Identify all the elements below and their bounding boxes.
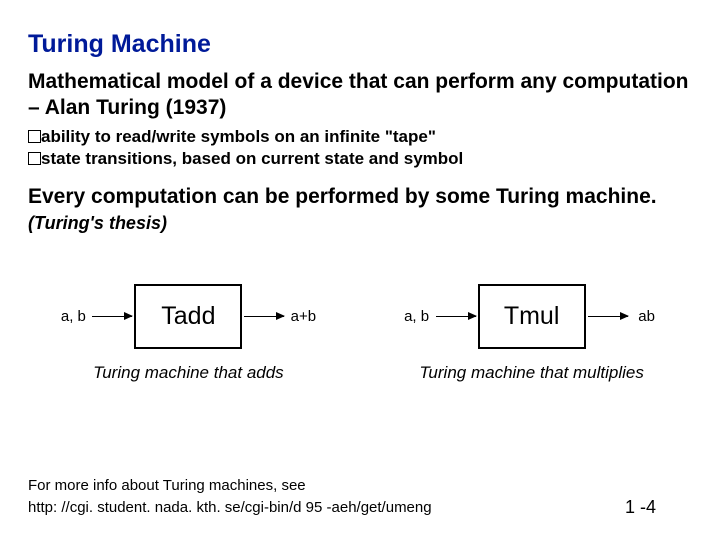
slide-number: 1 -4: [625, 496, 656, 519]
diagram-caption: Turing machine that multiplies: [419, 363, 644, 383]
bullet-text: state transitions, based on current stat…: [41, 149, 463, 168]
arrow-icon: [244, 316, 284, 317]
bullet-text: ability to read/write symbols on an infi…: [41, 127, 436, 146]
machine-box: Tadd: [134, 284, 242, 349]
diagrams-row: a, b Tadd a+b Turing machine that adds a…: [28, 284, 692, 383]
bullet-item: state transitions, based on current stat…: [28, 148, 692, 170]
diagram-flow: a, b Tmul ab: [400, 284, 664, 349]
statement-main: Every computation can be performed by so…: [28, 185, 657, 208]
square-bullet-icon: [28, 152, 41, 165]
output-label: ab: [630, 308, 664, 325]
output-label: a+b: [286, 308, 320, 325]
arrow-icon: [436, 316, 476, 317]
diagram-caption: Turing machine that adds: [93, 363, 284, 383]
square-bullet-icon: [28, 130, 41, 143]
footer-text-1: For more info about Turing machines, see: [28, 477, 692, 496]
arrow-icon: [588, 316, 628, 317]
thesis-statement: Every computation can be performed by so…: [28, 184, 692, 237]
footer: For more info about Turing machines, see…: [28, 477, 692, 518]
diagram-tadd: a, b Tadd a+b Turing machine that adds: [30, 284, 347, 383]
diagram-flow: a, b Tadd a+b: [56, 284, 320, 349]
input-label: a, b: [400, 308, 434, 325]
machine-box: Tmul: [478, 284, 586, 349]
input-label: a, b: [56, 308, 90, 325]
slide-title: Turing Machine: [28, 30, 692, 59]
arrow-icon: [92, 316, 132, 317]
slide-subtitle: Mathematical model of a device that can …: [28, 69, 692, 122]
footer-text-2: http: //cgi. student. nada. kth. se/cgi-…: [28, 499, 432, 518]
statement-aside: (Turing's thesis): [28, 213, 167, 233]
diagram-tmul: a, b Tmul ab Turing machine that multipl…: [373, 284, 690, 383]
bullet-list: ability to read/write symbols on an infi…: [28, 126, 692, 170]
bullet-item: ability to read/write symbols on an infi…: [28, 126, 692, 148]
